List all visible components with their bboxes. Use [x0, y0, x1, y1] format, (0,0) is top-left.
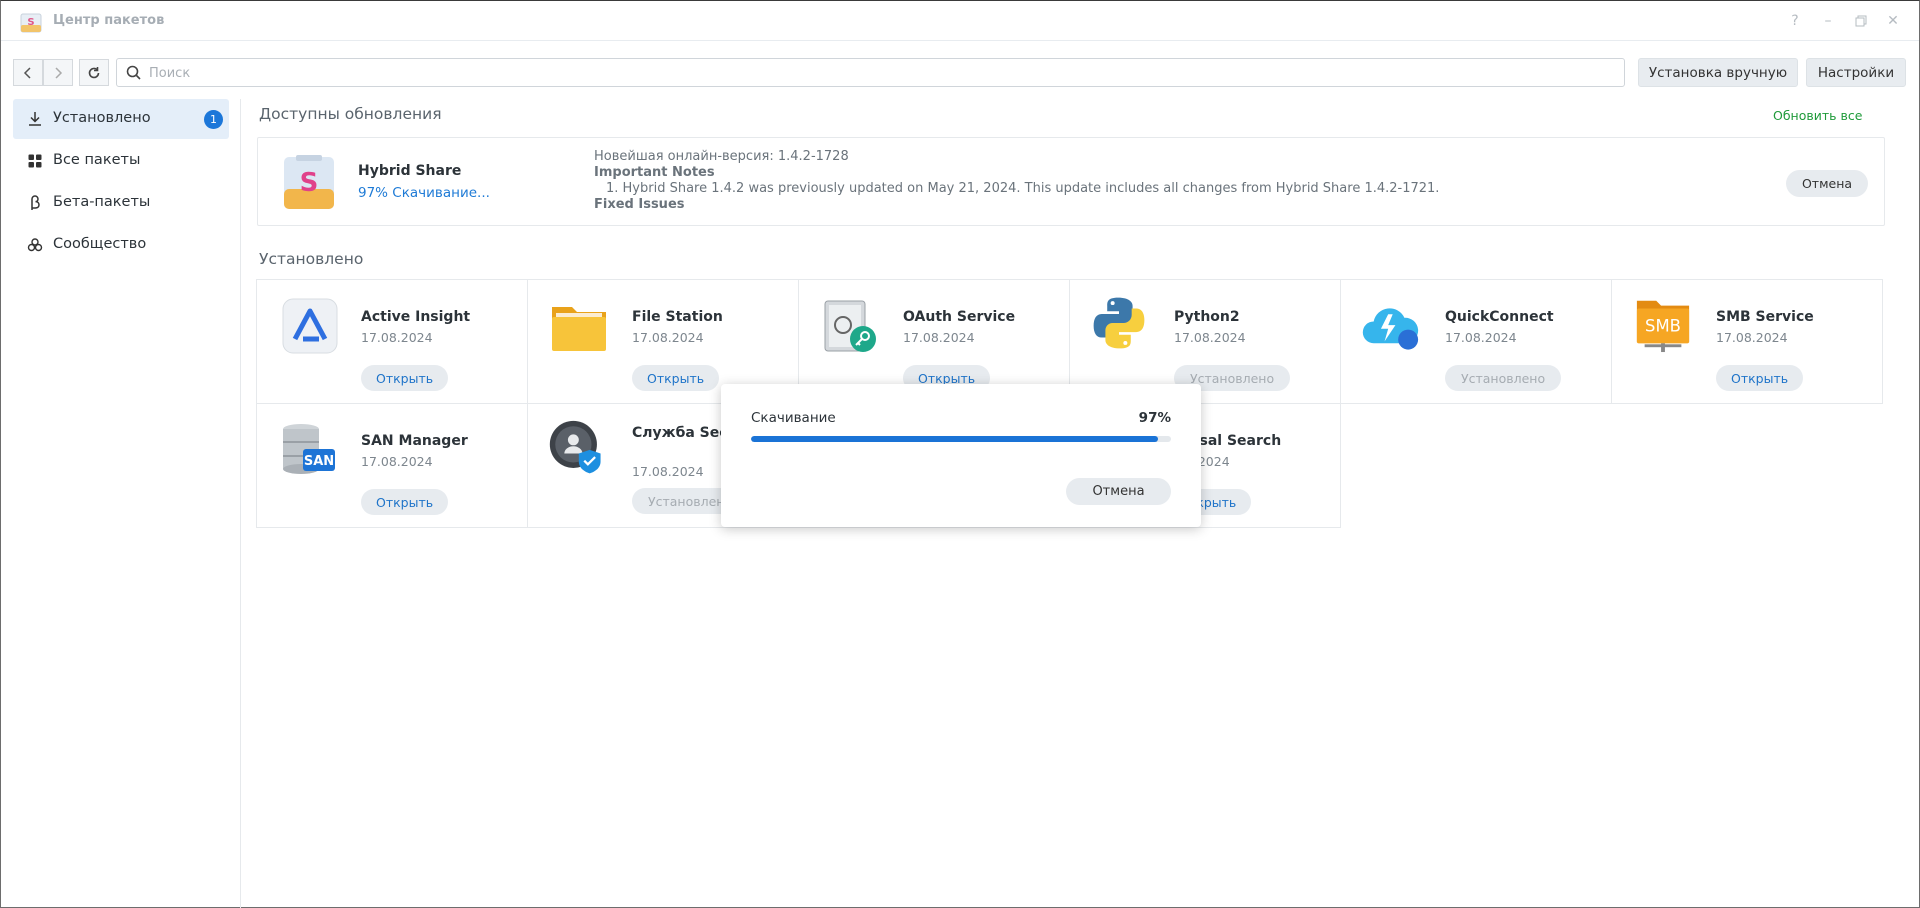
package-date: 17.08.2024	[632, 330, 704, 345]
sidebar: Установлено 1 Все пакеты Бета-пакеты Соо…	[1, 99, 241, 908]
beta-icon	[31, 195, 40, 210]
download-progress-dialog: Скачивание 97% Отмена	[721, 384, 1201, 527]
package-name: Python2	[1174, 309, 1240, 325]
sidebar-item-beta[interactable]: Бета-пакеты	[13, 183, 229, 223]
package-name: SMB Service	[1716, 309, 1814, 325]
fixed-issues-heading: Fixed Issues	[594, 197, 685, 212]
sidebar-item-label: Бета-пакеты	[53, 194, 151, 210]
search-box[interactable]	[116, 58, 1625, 87]
important-note-item: 1. Hybrid Share 1.4.2 was previously upd…	[606, 181, 1440, 196]
svg-text:S: S	[300, 168, 319, 198]
sidebar-item-all-packages[interactable]: Все пакеты	[13, 141, 229, 181]
updates-section-title: Доступны обновления	[259, 105, 442, 123]
package-name: QuickConnect	[1445, 309, 1554, 325]
grid-icon	[28, 154, 42, 168]
chevron-right-icon	[55, 66, 63, 79]
manual-install-button[interactable]: Установка вручную	[1638, 58, 1798, 87]
title-bar: S Центр пакетов ? – ✕	[1, 1, 1919, 41]
download-icon	[29, 112, 41, 126]
update-package-name: Hybrid Share	[358, 163, 462, 179]
refresh-button[interactable]	[79, 59, 109, 86]
package-date: 17.08.2024	[632, 464, 704, 479]
community-icon	[27, 238, 43, 252]
package-name: SAN Manager	[361, 433, 468, 449]
package-name: Active Insight	[361, 309, 471, 325]
cancel-update-button[interactable]: Отмена	[1786, 170, 1868, 197]
update-all-link[interactable]: Обновить все	[1773, 108, 1862, 123]
search-input[interactable]	[149, 63, 1609, 83]
package-date: 17.08.2024	[361, 330, 433, 345]
package-name: OAuth Service	[903, 309, 1016, 325]
package-date: 17.08.2024	[1174, 330, 1246, 345]
chevron-left-icon	[23, 66, 31, 79]
update-card-hybrid-share: S Hybrid Share 97% Скачивание... Новейша…	[257, 137, 1885, 226]
sidebar-item-label: Сообщество	[53, 236, 147, 252]
package-date: 17.08.2024	[1445, 330, 1517, 345]
latest-version-line: Новейшая онлайн-версия: 1.4.2-1728	[594, 149, 849, 164]
installed-status-button: Установлено	[1445, 365, 1562, 391]
settings-button[interactable]: Настройки	[1806, 58, 1906, 87]
sidebar-item-label: Установлено	[53, 110, 151, 126]
update-download-status: 97% Скачивание...	[358, 185, 490, 201]
search-icon	[126, 65, 141, 80]
package-card: SAN SAN Manager 17.08.2024 Открыть	[256, 403, 528, 528]
help-icon[interactable]: ?	[1785, 11, 1805, 31]
hybrid-share-icon: S	[284, 155, 334, 209]
package-center-window: S Центр пакетов ? – ✕ Установка вручную …	[0, 0, 1920, 908]
important-notes-heading: Important Notes	[594, 165, 715, 180]
package-card: QuickConnect 17.08.2024 Установлено	[1340, 279, 1612, 404]
open-button[interactable]: Открыть	[632, 365, 720, 391]
secure-signin-icon	[549, 420, 601, 474]
back-button[interactable]	[13, 59, 43, 86]
sidebar-item-installed[interactable]: Установлено 1	[13, 99, 229, 139]
download-percent: 97%	[1138, 410, 1171, 426]
svg-text:S: S	[27, 17, 34, 28]
package-date: 17.08.2024	[361, 454, 433, 469]
package-card: SMB SMB Service 17.08.2024 Открыть	[1611, 279, 1883, 404]
quickconnect-cloud-icon	[1362, 308, 1419, 350]
installed-count-badge: 1	[204, 110, 223, 129]
refresh-icon	[88, 66, 100, 78]
open-button[interactable]: Открыть	[361, 365, 449, 391]
package-center-app-icon: S	[20, 13, 42, 33]
package-date: 17.08.2024	[1716, 330, 1788, 345]
cancel-download-button[interactable]: Отмена	[1066, 478, 1171, 505]
download-label: Скачивание	[751, 410, 836, 426]
window-title: Центр пакетов	[53, 13, 165, 28]
installed-section-title: Установлено	[259, 250, 364, 268]
package-card: Active Insight 17.08.2024 Открыть	[256, 279, 528, 404]
svg-text:SAN: SAN	[304, 454, 334, 469]
forward-button[interactable]	[43, 59, 73, 86]
download-progress-fill	[751, 436, 1159, 442]
sidebar-item-community[interactable]: Сообщество	[13, 225, 229, 265]
package-date: 17.08.2024	[903, 330, 975, 345]
san-manager-icon: SAN	[283, 424, 335, 474]
oauth-vault-icon	[824, 300, 876, 352]
close-icon[interactable]: ✕	[1883, 11, 1903, 31]
minimize-icon[interactable]: –	[1818, 11, 1838, 31]
folder-icon	[552, 307, 606, 351]
smb-folder-icon: SMB	[1636, 300, 1690, 353]
svg-text:SMB: SMB	[1645, 317, 1681, 336]
update-release-notes: Новейшая онлайн-версия: 1.4.2-1728 Impor…	[594, 149, 1439, 213]
open-button[interactable]: Открыть	[1716, 365, 1804, 391]
open-button[interactable]: Открыть	[361, 489, 449, 515]
restore-icon[interactable]	[1851, 11, 1871, 31]
python-icon	[1093, 297, 1145, 349]
download-progress-bar	[751, 436, 1171, 442]
active-insight-icon	[282, 298, 338, 354]
sidebar-item-label: Все пакеты	[53, 152, 141, 168]
package-name: File Station	[632, 309, 723, 325]
